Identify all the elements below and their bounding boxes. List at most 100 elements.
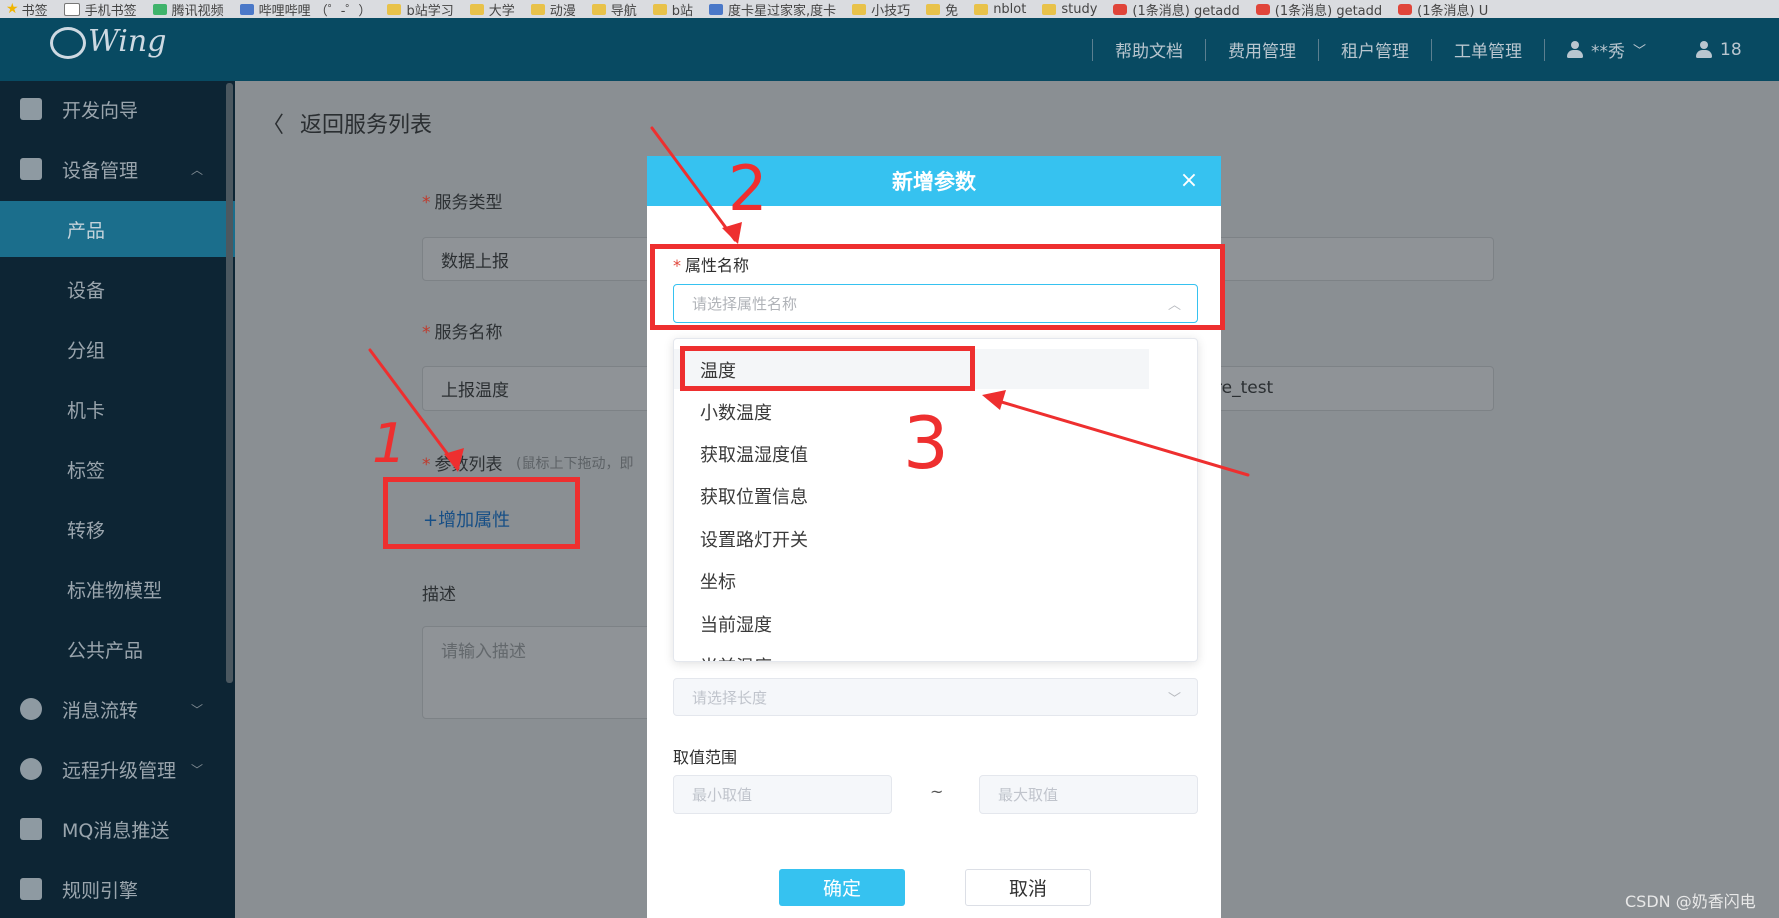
nav-tickets[interactable]: 工单管理 xyxy=(1454,37,1522,62)
bookmark-item[interactable]: 度卡星过家家,度卡 xyxy=(709,0,836,18)
bookmark-item[interactable]: b站学习 xyxy=(387,0,454,18)
folder-icon xyxy=(1042,3,1057,15)
dropdown-option[interactable]: 获取温湿度值 xyxy=(674,433,1197,475)
sidebar-item-label: 分组 xyxy=(67,339,106,362)
sidebar-item-message-flow[interactable]: 消息流转 ﹀ xyxy=(0,681,225,737)
top-nav: 帮助文档 费用管理 租户管理 工单管理 **秀 ﹀ 18 xyxy=(1070,18,1742,81)
logo[interactable]: Wing xyxy=(50,24,180,76)
nav-billing[interactable]: 费用管理 xyxy=(1228,37,1296,62)
bookmark-item[interactable]: (1条消息) U xyxy=(1398,0,1488,18)
folder-icon xyxy=(387,3,402,15)
annotation-box-add-property xyxy=(383,477,580,549)
folder-icon xyxy=(852,3,867,15)
sidebar-item-dev-guide[interactable]: 开发向导 xyxy=(0,81,225,137)
min-value-input[interactable]: 最小取值 xyxy=(673,775,892,814)
chevron-down-icon: ﹀ xyxy=(190,702,203,717)
chevron-up-icon: ︿ xyxy=(190,162,203,177)
annotation-box-property-name xyxy=(650,244,1225,330)
bookmark-label: 书签 xyxy=(21,3,48,19)
nav-tenants[interactable]: 租户管理 xyxy=(1341,37,1409,62)
bookmark-item[interactable]: 导航 xyxy=(591,0,637,19)
bookmark-item[interactable]: 小技巧 xyxy=(852,0,910,18)
bookmark-item[interactable]: 哔哩哔哩 （゜-゜） xyxy=(239,0,372,19)
user-icon xyxy=(1567,40,1583,59)
bookmark-label: 度卡星过家家,度卡 xyxy=(728,3,837,19)
bookmark-label: 导航 xyxy=(610,3,637,19)
sidebar-item-mq-push[interactable]: MQ消息推送 xyxy=(0,801,225,857)
bookmark-item[interactable]: (1条消息) getadd xyxy=(1113,0,1240,18)
dropdown-option[interactable]: 获取位置信息 xyxy=(674,475,1197,517)
bookmark-item[interactable]: 手机书签 xyxy=(63,0,137,18)
bookmark-item[interactable]: 免 xyxy=(926,0,958,18)
bookmark-item[interactable]: 腾讯视频 xyxy=(152,0,224,19)
sidebar: 开发向导 设备管理 ︿ 产品 设备 分组 机卡 标签 转移 标准物模型 公共产品 … xyxy=(0,81,292,918)
bookmark-item[interactable]: (1条消息) getadd xyxy=(1255,0,1382,18)
max-value-input[interactable]: 最大取值 xyxy=(979,775,1198,814)
bookmark-label: 免 xyxy=(945,3,959,19)
param-list-label: * 参数列表 xyxy=(422,455,503,475)
range-separator: ~ xyxy=(930,782,944,801)
bookmark-label: 动漫 xyxy=(549,3,576,19)
confirm-button[interactable]: 确定 xyxy=(779,869,905,906)
bookmark-label: 哔哩哔哩 （゜-゜） xyxy=(258,3,372,19)
folder-icon xyxy=(926,3,941,15)
dropdown-option[interactable]: 当前湿度 xyxy=(674,603,1197,645)
sidebar-item-label: 设备管理 xyxy=(62,159,139,182)
length-placeholder: 请选择长度 xyxy=(692,688,768,707)
bookmark-item[interactable]: nblot xyxy=(974,0,1026,18)
sidebar-item-label: 设备 xyxy=(67,279,106,302)
bookmark-item[interactable]: 动漫 xyxy=(530,0,576,19)
close-icon[interactable]: × xyxy=(1176,168,1202,194)
user-menu[interactable]: **秀 ﹀ xyxy=(1567,37,1646,62)
nav-help-docs[interactable]: 帮助文档 xyxy=(1115,37,1183,62)
dropdown-option[interactable]: 小数温度 xyxy=(674,391,1197,433)
param-list-hint: (鼠标上下拖动，即 xyxy=(516,456,634,472)
description-textarea[interactable]: 请输入描述 xyxy=(422,626,682,719)
bilibili-icon xyxy=(239,3,254,15)
sidebar-item-rule-engine[interactable]: 规则引擎 xyxy=(0,861,225,917)
logo-ring-icon xyxy=(50,27,86,59)
folder-icon xyxy=(530,3,545,15)
description-placeholder: 请输入描述 xyxy=(441,642,526,662)
dropdown-option[interactable]: 当前温度 xyxy=(674,645,1197,661)
star-icon: ★ xyxy=(6,1,19,17)
sidebar-scrollbar[interactable] xyxy=(226,83,233,683)
service-type-label: * 服务类型 xyxy=(422,193,503,213)
bookmark-item[interactable]: b站 xyxy=(652,0,693,18)
bookmark-item[interactable]: 大学 xyxy=(469,0,515,19)
grid-icon xyxy=(20,158,42,180)
folder-icon xyxy=(652,3,667,15)
bookmarks-bar: ★ 书签 手机书签 腾讯视频 哔哩哔哩 （゜-゜） b站学习 大学 动漫 导航 b… xyxy=(0,0,1779,18)
csdn-watermark: CSDN @奶香闪电 xyxy=(1625,892,1756,911)
bookmark-item[interactable]: ★ 书签 xyxy=(6,0,48,18)
nav-divider xyxy=(1318,38,1319,61)
length-select[interactable]: 请选择长度 ﹀ xyxy=(673,678,1198,716)
message-flow-icon xyxy=(20,698,42,720)
sidebar-item-label: 消息流转 xyxy=(62,699,139,722)
max-value-placeholder: 最大取值 xyxy=(998,786,1059,804)
sidebar-item-label: 产品 xyxy=(67,219,106,242)
bookmark-label: 小技巧 xyxy=(871,3,911,19)
user-menu-2[interactable]: 18 xyxy=(1696,40,1742,60)
bookmark-label: 腾讯视频 xyxy=(171,3,224,19)
folder-icon xyxy=(974,3,989,15)
bookmark-label: 大学 xyxy=(488,3,515,19)
sidebar-item-ota[interactable]: 远程升级管理 ﹀ xyxy=(0,741,225,797)
description-label: 描述 xyxy=(422,585,456,605)
sidebar-item-label: 机卡 xyxy=(67,399,106,422)
service-type-value: 数据上报 xyxy=(441,251,509,272)
bookmark-item[interactable]: study xyxy=(1042,0,1097,18)
chevron-left-icon: 〈 xyxy=(262,113,285,138)
csdn-icon xyxy=(1398,3,1413,15)
user-icon xyxy=(1696,40,1713,59)
csdn-icon xyxy=(1113,3,1128,15)
range-label: 取值范围 xyxy=(673,748,738,767)
dropdown-option[interactable]: 设置路灯开关 xyxy=(674,518,1197,560)
signpost-icon xyxy=(20,98,42,120)
bookmark-label: (1条消息) U xyxy=(1417,3,1489,19)
dropdown-option[interactable]: 坐标 xyxy=(674,560,1197,602)
sidebar-item-device-management[interactable]: 设备管理 ︿ xyxy=(0,141,225,197)
back-link[interactable]: 〈 返回服务列表 xyxy=(262,107,432,139)
cancel-button[interactable]: 取消 xyxy=(965,869,1091,906)
sidebar-item-label: 标准物模型 xyxy=(67,579,163,602)
